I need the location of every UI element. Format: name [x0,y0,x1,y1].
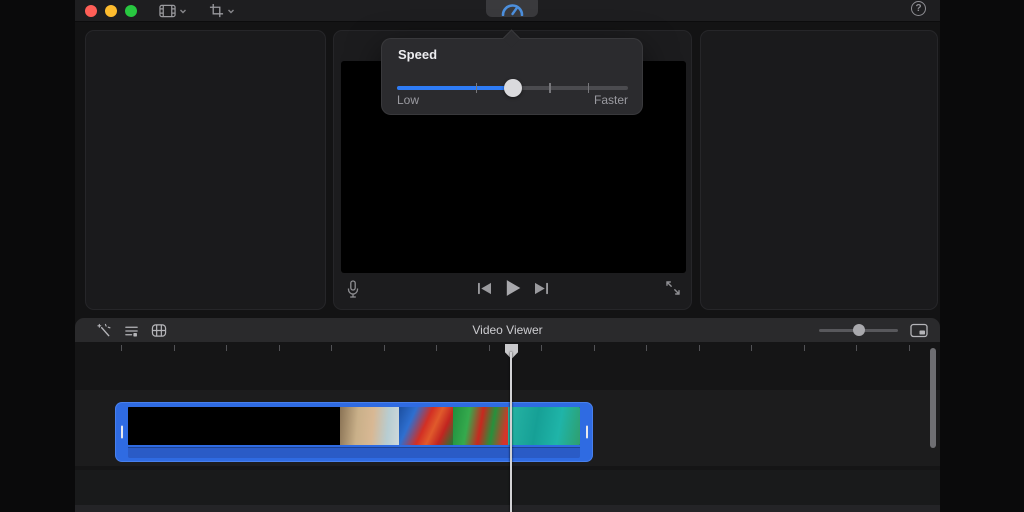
ruler-tick [751,345,752,351]
enhance-wand-icon[interactable] [97,323,112,338]
grid-overlay-icon[interactable] [151,323,167,338]
crop-button[interactable] [209,3,235,18]
ruler-tick [226,345,227,351]
adjustments-icon[interactable] [124,323,139,338]
trim-handle-right[interactable] [580,402,593,462]
ruler-tick [383,345,385,351]
left-library-panel[interactable] [85,30,326,310]
ruler-tick [173,345,175,351]
help-button[interactable]: ? [911,1,926,16]
speed-slider-labels: Low Faster [397,93,628,107]
clip-audio-strip [128,447,580,458]
thumb-macaws-blue-red [399,407,454,445]
minimize-button[interactable] [105,4,117,17]
zoom-slider-thumb[interactable] [852,324,865,336]
thumb-teal-water [507,407,580,445]
filmstrip-icon [159,4,176,18]
right-browser-panel[interactable] [700,30,938,310]
viewer-right-tools [819,323,928,338]
crop-icon [209,3,224,18]
thumb-parrots-green-red [453,407,508,445]
selected-video-clip[interactable] [115,402,593,462]
vertical-scrollbar[interactable] [930,348,936,448]
ruler-tick [331,345,332,351]
trim-grip [120,425,123,439]
skip-forward-button[interactable] [534,282,549,295]
bottom-bar-edge [75,505,940,512]
ruler-tick [121,345,122,351]
close-button[interactable] [85,4,97,17]
timeline-zoom-slider[interactable] [819,324,898,336]
thumb-black-frames [128,407,341,445]
timeline-track-lower [75,470,940,505]
play-button[interactable] [504,279,522,297]
preview-controls [334,271,691,309]
speed-max-label: Faster [593,93,628,107]
speedometer-icon [499,0,525,16]
ruler-tick [803,345,805,351]
skip-back-button[interactable] [477,282,492,295]
ruler-tick [278,345,280,351]
trim-grip [585,425,588,439]
speed-slider-fill [397,86,513,90]
window-controls [85,4,137,17]
viewer-left-tools [97,323,167,338]
fullscreen-expand-icon[interactable] [665,280,681,296]
zoom-window-button[interactable] [125,4,137,17]
ruler-tick [593,345,595,351]
speed-slider-tick [475,83,478,93]
titlebar: ? [75,0,940,22]
video-viewer-title: Video Viewer [472,323,543,337]
chevron-down-icon [227,7,235,15]
thumb-beach-scene [340,407,400,445]
ruler-tick [646,345,647,351]
clip-appearance-icon[interactable] [910,323,928,338]
playhead-line [510,352,512,512]
microphone-icon[interactable] [346,280,360,299]
ruler-tick [856,345,857,351]
speed-popover: Speed Low Faster [381,29,643,115]
transport-controls [477,279,549,297]
speed-slider-tick [587,83,590,93]
clip-filmstrip [128,407,580,445]
video-viewer-section: Video Viewer [75,318,940,512]
ruler-tick [488,345,490,351]
trim-handle-left[interactable] [115,402,128,462]
help-label: ? [915,3,922,14]
speed-min-label: Low [397,93,420,107]
ruler-tick [908,345,910,351]
ruler-tick [541,345,542,351]
ruler-tick [698,345,700,351]
video-viewer-toolbar: Video Viewer [75,318,940,342]
ruler-tick [436,345,437,351]
popover-title: Speed [398,47,438,62]
screen: ? Video Viewer Speed Low Faster [0,0,1024,512]
speed-tool-button[interactable] [486,0,538,17]
media-browser-button[interactable] [159,4,187,18]
chevron-down-icon [179,7,187,15]
speed-slider-tick [549,83,551,93]
